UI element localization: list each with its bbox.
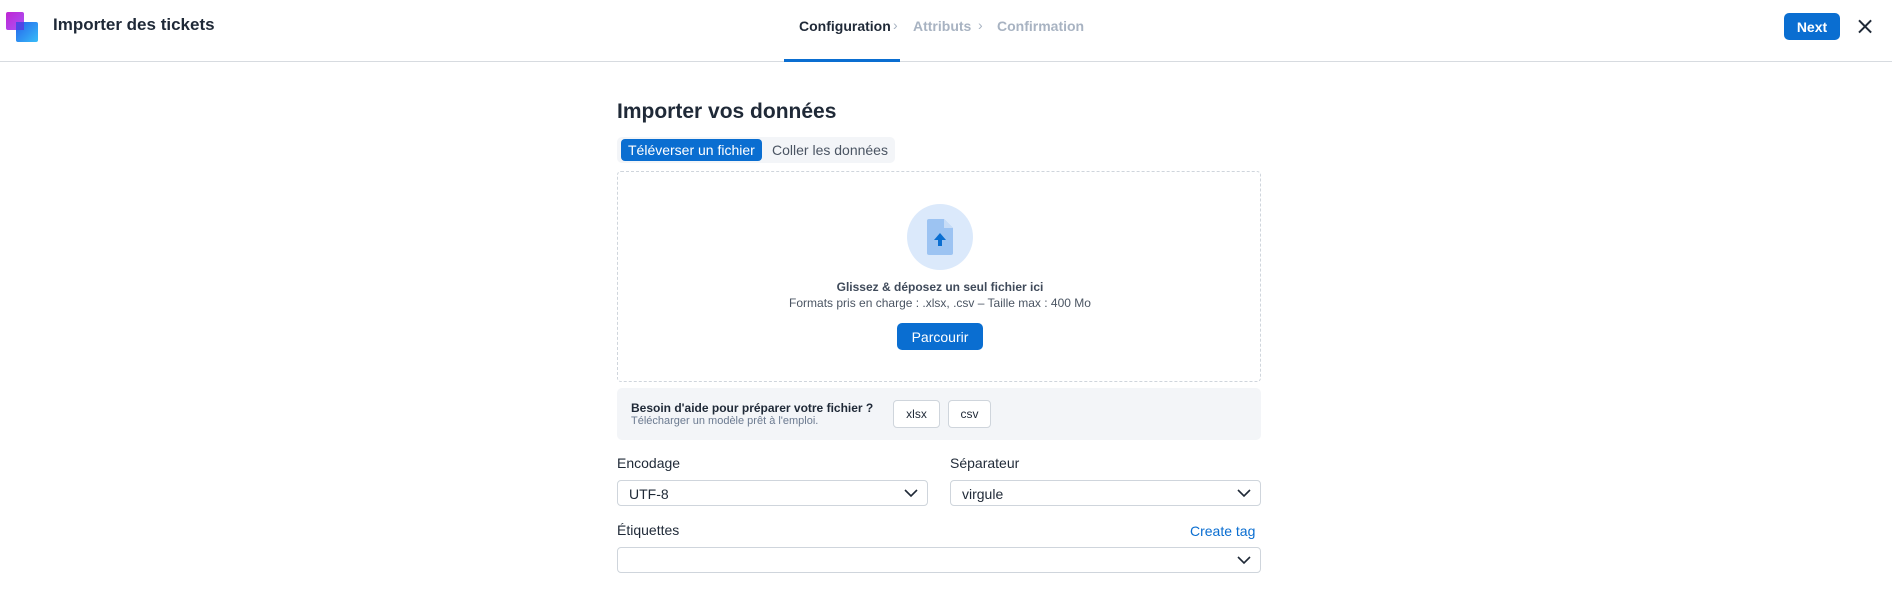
tags-select[interactable] — [617, 547, 1261, 573]
tags-label: Étiquettes — [617, 522, 680, 538]
app-logo — [2, 2, 42, 46]
download-csv-template-button[interactable]: csv — [948, 400, 991, 428]
chevron-right-icon: › — [978, 17, 983, 33]
separator-label: Séparateur — [950, 455, 1020, 471]
step-track — [900, 61, 1094, 62]
next-button[interactable]: Next — [1784, 13, 1840, 40]
browse-button[interactable]: Parcourir — [897, 323, 983, 350]
download-xlsx-template-button[interactable]: xlsx — [893, 400, 940, 428]
top-bar: Importer des tickets Configuration › Att… — [0, 0, 1892, 62]
close-icon[interactable]: × — [1854, 14, 1876, 38]
tab-upload-file[interactable]: Téléverser un fichier — [621, 139, 762, 161]
tab-paste-data[interactable]: Coller les données — [765, 139, 895, 161]
file-dropzone[interactable]: Glissez & déposez un seul fichier ici Fo… — [617, 171, 1261, 382]
source-tabs: Téléverser un fichier Coller les données — [617, 137, 895, 163]
active-step-indicator — [784, 59, 900, 62]
chevron-down-icon — [1237, 489, 1251, 498]
separator-value: virgule — [962, 486, 1004, 502]
step-attributs[interactable]: Attributs — [913, 18, 971, 34]
create-tag-link[interactable]: Create tag — [1190, 523, 1255, 539]
encoding-select[interactable]: UTF-8 — [617, 480, 928, 506]
dropzone-formats: Formats pris en charge : .xlsx, .csv – T… — [789, 296, 1091, 310]
step-confirmation[interactable]: Confirmation — [997, 18, 1084, 34]
help-title: Besoin d'aide pour préparer votre fichie… — [631, 401, 874, 415]
help-subtitle: Télécharger un modèle prêt à l'emploi. — [631, 415, 819, 427]
separator-select[interactable]: virgule — [950, 480, 1261, 506]
page-title: Importer vos données — [617, 100, 837, 123]
file-upload-icon — [907, 204, 973, 270]
encoding-label: Encodage — [617, 455, 681, 471]
dropzone-title: Glissez & déposez un seul fichier ici — [836, 280, 1044, 294]
app-title: Importer des tickets — [53, 15, 215, 34]
chevron-down-icon — [1237, 556, 1251, 565]
template-help-box: Besoin d'aide pour préparer votre fichie… — [617, 388, 1261, 440]
chevron-right-icon: › — [893, 17, 898, 33]
chevron-down-icon — [904, 489, 918, 498]
step-configuration[interactable]: Configuration — [799, 18, 891, 34]
encoding-value: UTF-8 — [629, 486, 669, 502]
